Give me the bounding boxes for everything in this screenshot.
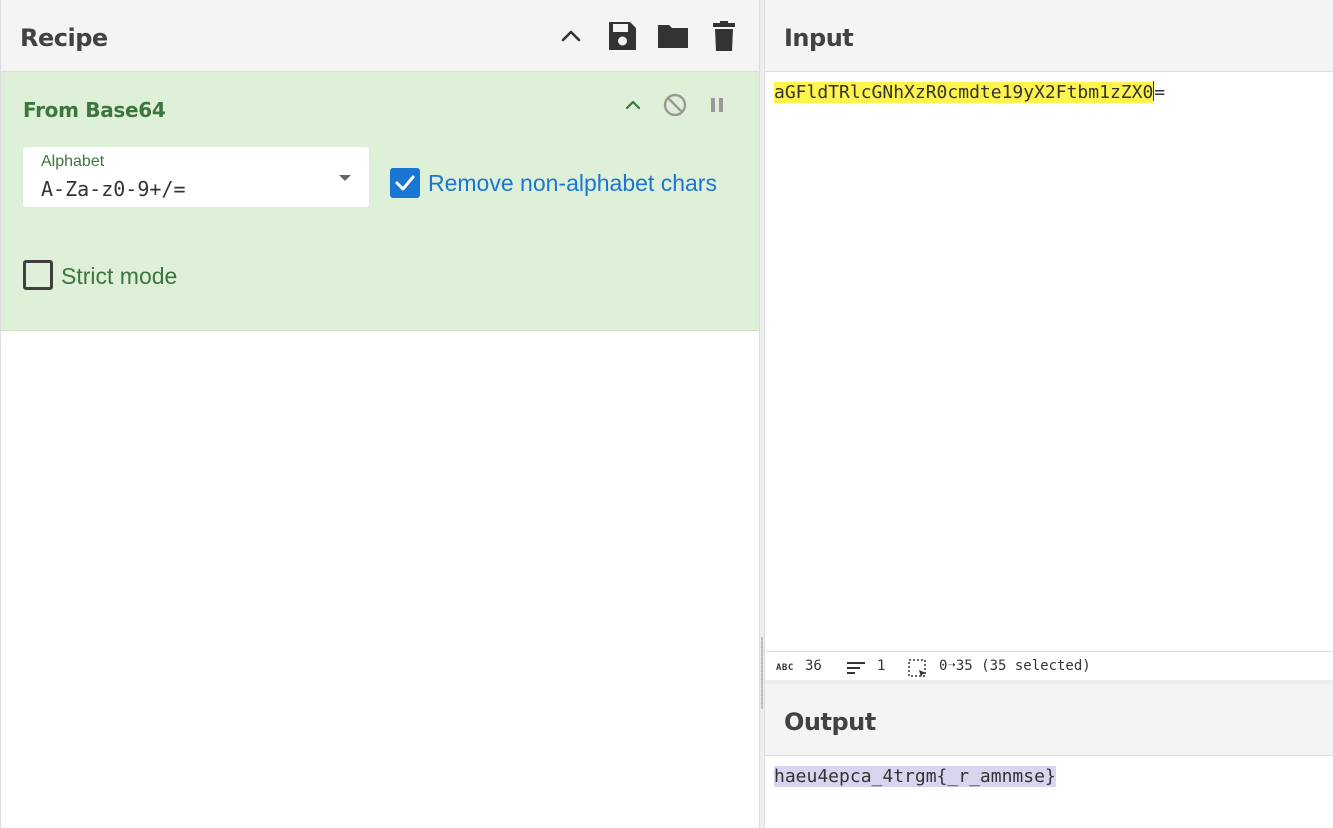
recipe-pane: Recipe From Base64 Alphabet A-Za-z0-9+/=… — [0, 0, 760, 828]
input-lines: 1 — [877, 658, 886, 674]
folder-icon — [658, 25, 688, 48]
input-textarea[interactable]: aGFldTRlcGNhXzR0cmdte19yX2Ftbm1zZX0= — [774, 80, 1333, 106]
collapse-operation-button[interactable] — [618, 90, 648, 120]
disable-icon — [663, 93, 687, 117]
recipe-title: Recipe — [20, 24, 108, 52]
alphabet-select[interactable]: Alphabet A-Za-z0-9+/= — [23, 147, 369, 207]
output-header: Output — [765, 684, 1333, 756]
input-title: Input — [784, 24, 854, 52]
input-unselected-text: = — [1154, 82, 1166, 103]
operation-from-base64: From Base64 Alphabet A-Za-z0-9+/= Remove… — [1, 72, 760, 331]
chevron-up-icon — [561, 30, 581, 42]
remove-non-alphabet-label[interactable]: Remove non-alphabet chars — [428, 170, 717, 197]
remove-non-alphabet-checkbox[interactable] — [390, 168, 420, 198]
output-title: Output — [784, 708, 876, 736]
input-length: 36 — [805, 658, 822, 674]
output-textarea[interactable]: haeu4epca_4trgm{_r_amnmse} — [774, 764, 1333, 790]
strict-mode-label[interactable]: Strict mode — [61, 263, 177, 290]
selection-range: 0➝35 (35 selected) — [939, 658, 1091, 674]
alphabet-value: A-Za-z0-9+/= — [41, 177, 186, 201]
caret-down-icon — [339, 175, 351, 181]
save-recipe-button[interactable] — [604, 18, 640, 54]
chevron-up-icon — [625, 100, 641, 110]
operation-title: From Base64 — [23, 98, 166, 122]
cyberchef-app: Recipe From Base64 Alphabet A-Za-z0-9+/=… — [0, 0, 1333, 828]
load-recipe-button[interactable] — [655, 18, 691, 54]
disable-operation-button[interactable] — [660, 90, 690, 120]
length-icon: ABC — [776, 663, 794, 673]
clear-recipe-button[interactable] — [706, 18, 742, 54]
input-selected-text: aGFldTRlcGNhXzR0cmdte19yX2Ftbm1zZX0 — [774, 82, 1154, 103]
alphabet-label: Alphabet — [41, 153, 105, 170]
input-pane: Input aGFldTRlcGNhXzR0cmdte19yX2Ftbm1zZX… — [765, 0, 1333, 684]
output-text: haeu4epca_4trgm{_r_amnmse} — [774, 766, 1056, 787]
input-header: Input — [765, 0, 1333, 72]
pause-icon — [711, 98, 723, 112]
input-status-bar: ABC 36 1 0➝35 (35 selected) — [765, 651, 1333, 684]
drag-handle-icon — [761, 637, 763, 709]
checkmark-icon — [395, 175, 415, 191]
recipe-header: Recipe — [1, 0, 759, 72]
output-pane: Output haeu4epca_4trgm{_r_amnmse} — [765, 684, 1333, 828]
save-icon — [609, 22, 636, 50]
selection-icon — [908, 659, 928, 683]
breakpoint-button[interactable] — [702, 90, 732, 120]
collapse-all-button[interactable] — [553, 18, 589, 54]
trash-icon — [713, 21, 735, 51]
strict-mode-checkbox[interactable] — [23, 260, 53, 290]
lines-icon — [847, 660, 865, 680]
